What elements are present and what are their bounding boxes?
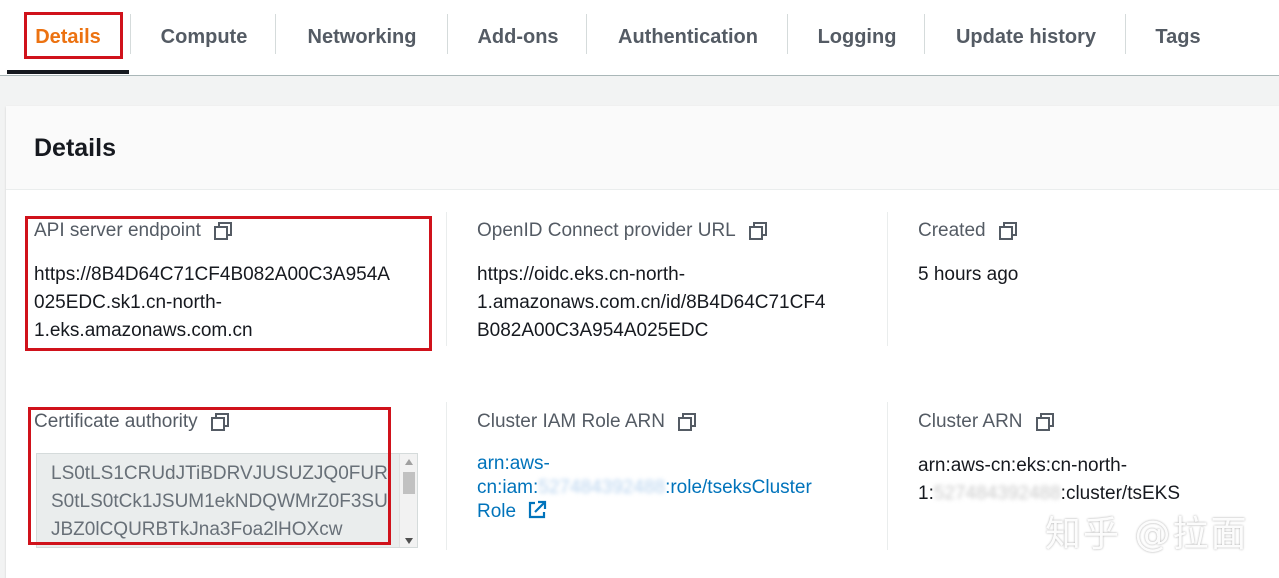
column-divider (887, 212, 888, 346)
column-divider (887, 402, 888, 550)
copy-icon[interactable] (748, 221, 768, 241)
scrollbar-thumb[interactable] (403, 472, 415, 494)
api-endpoint-value: https://8B4D64C71CF4B082A00C3A954A 025ED… (34, 261, 434, 345)
api-endpoint-line: 025EDC.sk1.cn-north- (34, 292, 222, 313)
certificate-label-text: Certificate authority (34, 411, 198, 432)
cluster-arn-label-text: Cluster ARN (918, 411, 1023, 432)
tab-divider (586, 14, 587, 54)
tab-divider (447, 14, 448, 54)
scroll-down-icon[interactable] (405, 538, 413, 544)
oidc-line: B082A00C3A954A025EDC (477, 320, 709, 341)
column-divider (446, 402, 447, 550)
tab-networking[interactable]: Networking (285, 0, 439, 74)
iam-role-line: cn:iam:527484392488:role/tseksCluster (477, 476, 877, 500)
iam-role-label: Cluster IAM Role ARN (477, 411, 697, 433)
copy-icon[interactable] (210, 412, 230, 432)
iam-role-link[interactable]: arn:aws- cn:iam:527484392488:role/tseksC… (477, 452, 877, 527)
copy-icon[interactable] (213, 221, 233, 241)
certificate-textarea[interactable]: LS0tLS1CRUdJTiBDRVJUSUZJQ0FURS0tLS0tCk1J… (36, 453, 418, 548)
iam-role-suffix-line: Role (477, 501, 517, 522)
cluster-arn-label: Cluster ARN (918, 411, 1055, 433)
cluster-arn-prefix: 1: (918, 483, 934, 504)
tab-divider (924, 14, 925, 54)
tab-details[interactable]: Details (16, 0, 120, 74)
active-tab-indicator (7, 70, 129, 74)
cluster-arn-value: arn:aws-cn:eks:cn-north- 1:527484392488:… (918, 452, 1268, 508)
copy-icon[interactable] (1035, 412, 1055, 432)
created-value: 5 hours ago (918, 264, 1019, 285)
api-endpoint-line: 1.eks.amazonaws.com.cn (34, 320, 253, 341)
created-label: Created (918, 220, 1018, 242)
certificate-label: Certificate authority (34, 411, 230, 433)
created-label-text: Created (918, 220, 986, 241)
tab-bar: Details Compute Networking Add-ons Authe… (0, 0, 1279, 76)
cluster-arn-line: arn:aws-cn:eks:cn-north- (918, 455, 1128, 476)
certificate-value: LS0tLS1CRUdJTiBDRVJUSUZJQ0FURS0tLS0tCk1J… (51, 463, 388, 540)
iam-role-value: arn:aws- cn:iam:527484392488:role/tseksC… (477, 452, 877, 527)
tab-add-ons[interactable]: Add-ons (457, 0, 579, 74)
tab-update-history[interactable]: Update history (934, 0, 1118, 74)
column-divider (446, 212, 447, 346)
tab-divider (275, 14, 276, 54)
oidc-value: https://oidc.eks.cn-north- 1.amazonaws.c… (477, 261, 877, 345)
tab-divider (1125, 14, 1126, 54)
iam-role-prefix: cn:iam: (477, 477, 539, 498)
iam-role-line: arn:aws- (477, 453, 550, 474)
tab-compute[interactable]: Compute (140, 0, 268, 74)
watermark: 知乎 @拉面 (1045, 514, 1249, 555)
iam-role-line: Role (477, 500, 877, 527)
oidc-line: 1.amazonaws.com.cn/id/8B4D64C71CF4 (477, 292, 826, 313)
api-endpoint-line: https://8B4D64C71CF4B082A00C3A954A (34, 264, 390, 285)
panel-title: Details (34, 134, 116, 162)
scroll-up-icon[interactable] (405, 459, 413, 465)
blurred-account-id: 527484392488 (538, 477, 666, 498)
tab-authentication[interactable]: Authentication (596, 0, 780, 74)
tab-divider (130, 14, 131, 54)
oidc-label-text: OpenID Connect provider URL (477, 220, 736, 241)
blurred-account-id: 527484392488 (933, 483, 1061, 504)
tab-tags[interactable]: Tags (1135, 0, 1221, 74)
api-endpoint-label-text: API server endpoint (34, 220, 201, 241)
cluster-arn-suffix: :cluster/tsEKS (1060, 483, 1180, 504)
panel-header: Details (6, 106, 1279, 190)
cluster-arn-line: 1:527484392488:cluster/tsEKS (918, 480, 1268, 508)
tab-divider (787, 14, 788, 54)
copy-icon[interactable] (677, 412, 697, 432)
iam-role-label-text: Cluster IAM Role ARN (477, 411, 665, 432)
copy-icon[interactable] (998, 221, 1018, 241)
tab-logging[interactable]: Logging (797, 0, 917, 74)
oidc-label: OpenID Connect provider URL (477, 220, 768, 242)
external-link-icon[interactable] (527, 500, 547, 527)
scrollbar[interactable] (399, 454, 417, 547)
iam-role-suffix: :role/tseksCluster (665, 477, 812, 498)
oidc-line: https://oidc.eks.cn-north- (477, 264, 686, 285)
api-endpoint-label: API server endpoint (34, 220, 233, 242)
